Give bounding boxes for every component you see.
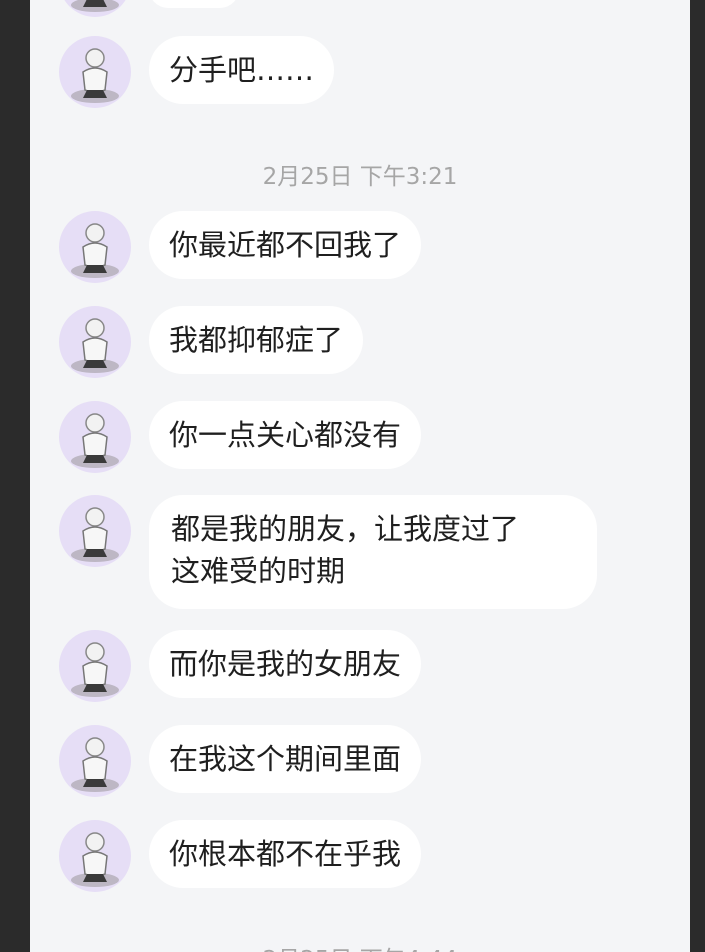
message-bubble[interactable]: 你一点关心都没有 (149, 401, 422, 469)
avatar-illustration-icon (71, 318, 119, 373)
contact-avatar[interactable] (59, 725, 131, 797)
contact-avatar[interactable] (59, 306, 131, 378)
message-bubble[interactable]: 在我这个期间里面 (149, 725, 422, 793)
contact-avatar[interactable] (59, 0, 131, 17)
avatar-illustration-icon (71, 832, 119, 887)
message-text: 分手吧…… (169, 53, 315, 87)
message-bubble[interactable]: 都是我的朋友，让我度过了 这难受的时期 (149, 495, 597, 609)
contact-avatar[interactable] (59, 401, 131, 473)
contact-avatar[interactable] (59, 211, 131, 283)
avatar-illustration-icon (71, 0, 119, 12)
previous-message-bubble (149, 0, 239, 8)
message-bubble[interactable]: 而你是我的女朋友 (149, 630, 422, 698)
contact-avatar[interactable] (59, 630, 131, 702)
message-bubble[interactable]: 你根本都不在乎我 (149, 820, 422, 888)
message-text: 而你是我的女朋友 (169, 647, 402, 681)
avatar-illustration-icon (71, 223, 119, 278)
avatar-illustration-icon (71, 737, 119, 792)
message-bubble[interactable]: 分手吧…… (149, 36, 335, 104)
message-text-line: 都是我的朋友，让我度过了 (171, 512, 520, 546)
timestamp: 2月25日 下午3:21 (262, 164, 458, 190)
message-text: 在我这个期间里面 (169, 742, 402, 776)
message-bubble[interactable]: 我都抑郁症了 (149, 306, 364, 374)
contact-avatar[interactable] (59, 820, 131, 892)
message-text: 你最近都不回我了 (169, 228, 402, 262)
message-bubble[interactable]: 你最近都不回我了 (149, 211, 422, 279)
contact-avatar[interactable] (59, 36, 131, 108)
avatar-illustration-icon (71, 642, 119, 697)
avatar-illustration-icon (71, 413, 119, 468)
message-text: 我都抑郁症了 (169, 323, 344, 357)
chat-screen: 分手吧…… 2月25日 下午3:21 你最近都不回我了 我都抑郁症了 你一点关心… (30, 0, 690, 952)
avatar-illustration-icon (71, 48, 119, 103)
message-text: 你根本都不在乎我 (169, 837, 402, 871)
message-text: 你一点关心都没有 (169, 418, 402, 452)
timestamp: 2月25日 下午4:44 (30, 940, 690, 952)
contact-avatar[interactable] (59, 495, 131, 567)
message-text-line: 这难受的时期 (171, 554, 346, 588)
avatar-illustration-icon (71, 507, 119, 562)
